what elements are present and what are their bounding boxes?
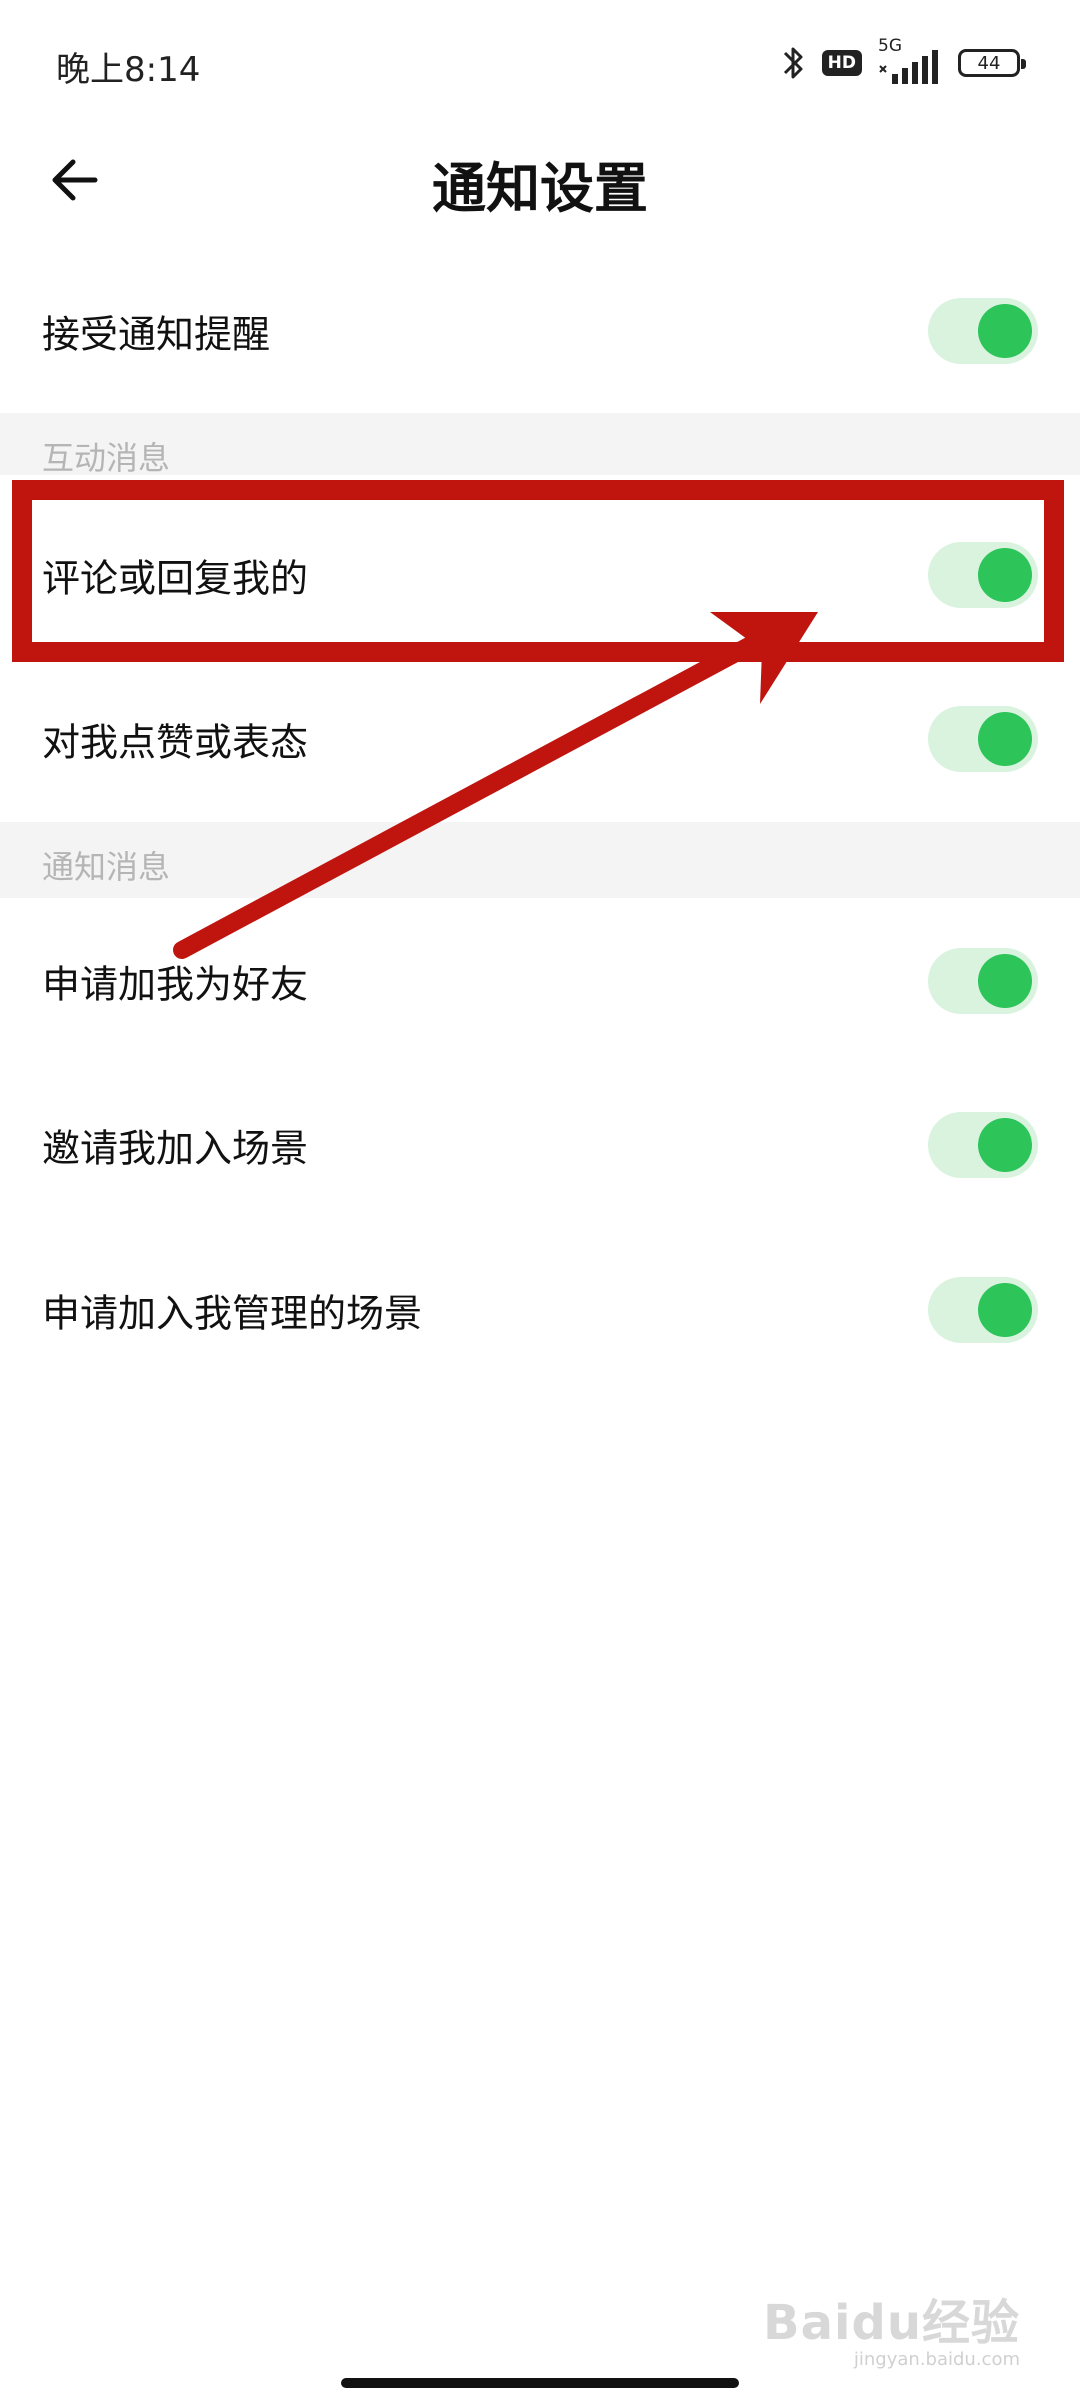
like-reaction-row[interactable]: 对我点赞或表态 <box>0 684 1080 794</box>
toggle-knob <box>978 304 1032 358</box>
like-reaction-toggle[interactable] <box>928 706 1038 772</box>
status-bar: 晚上8:14 HD 5G 44 <box>0 0 1080 128</box>
signal-icon: 5G <box>878 36 942 86</box>
battery-level: 44 <box>977 52 1001 74</box>
scene-join-request-toggle[interactable] <box>928 1277 1038 1343</box>
accept-notifications-label: 接受通知提醒 <box>42 312 271 357</box>
battery-icon: 44 <box>958 49 1026 77</box>
watermark: Baidu经验 jingyan.baidu.com <box>763 2283 1020 2370</box>
watermark-logo: Baidu经验 <box>763 2295 1020 2351</box>
scene-invite-toggle[interactable] <box>928 1112 1038 1178</box>
bluetooth-icon <box>782 43 806 83</box>
status-icons: HD 5G 44 <box>782 36 1026 88</box>
scene-join-request-label: 申请加入我管理的场景 <box>42 1291 423 1336</box>
app-header: 通知设置 <box>0 130 1080 240</box>
status-time: 晚上8:14 <box>56 50 201 90</box>
toggle-knob <box>978 954 1032 1008</box>
hd-icon: HD <box>821 50 862 76</box>
section-header-interactions: 互动消息 <box>0 413 1080 477</box>
section-header-notifications: 通知消息 <box>0 822 1080 898</box>
accept-notifications-toggle[interactable] <box>928 298 1038 364</box>
toggle-knob <box>978 712 1032 766</box>
friend-request-row[interactable]: 申请加我为好友 <box>0 926 1080 1036</box>
like-reaction-label: 对我点赞或表态 <box>42 720 309 765</box>
page-title: 通知设置 <box>432 157 648 220</box>
section-title: 通知消息 <box>42 848 171 886</box>
toggle-knob <box>978 1283 1032 1337</box>
friend-request-label: 申请加我为好友 <box>42 962 309 1007</box>
accept-notifications-row[interactable]: 接受通知提醒 <box>0 276 1080 386</box>
annotation-highlight-box <box>12 480 1064 662</box>
home-indicator[interactable] <box>341 2378 739 2388</box>
friend-request-toggle[interactable] <box>928 948 1038 1014</box>
section-title: 互动消息 <box>42 439 171 477</box>
scene-join-request-row[interactable]: 申请加入我管理的场景 <box>0 1255 1080 1365</box>
toggle-knob <box>978 1118 1032 1172</box>
scene-invite-label: 邀请我加入场景 <box>42 1126 309 1171</box>
scene-invite-row[interactable]: 邀请我加入场景 <box>0 1090 1080 1200</box>
